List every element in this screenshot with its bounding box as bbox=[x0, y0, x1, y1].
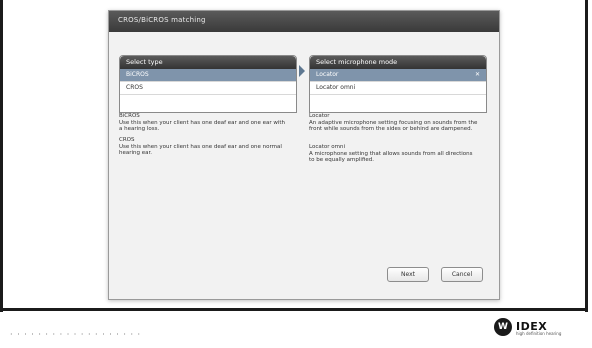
mic-panel: Select microphone mode Locator ✕ Locator… bbox=[309, 55, 487, 113]
frame-bottom bbox=[0, 308, 588, 311]
locator-omni-description: Locator omni A microphone setting that a… bbox=[309, 144, 479, 164]
widex-logo: W IDEX high definition hearing bbox=[494, 315, 564, 338]
dialog-titlebar: CROS/BiCROS matching bbox=[109, 11, 499, 32]
cros-description-text: Use this when your client has one deaf e… bbox=[119, 143, 282, 157]
checkmark-icon: ✕ bbox=[474, 71, 480, 78]
arrow-right-icon bbox=[299, 65, 305, 77]
frame-right bbox=[585, 0, 588, 312]
mic-option-locator-omni[interactable]: Locator omni bbox=[310, 82, 486, 95]
footer-decoration: · · · · · · · · · · · · · · · · · · · bbox=[10, 330, 142, 339]
type-option-cros[interactable]: CROS bbox=[120, 82, 296, 95]
bicros-description: BiCROS Use this when your client has one… bbox=[119, 113, 289, 133]
mic-option-locator[interactable]: Locator ✕ bbox=[310, 69, 486, 82]
type-option-bicros[interactable]: BiCROS bbox=[120, 69, 296, 82]
mic-panel-header: Select microphone mode bbox=[310, 56, 486, 69]
cancel-button[interactable]: Cancel bbox=[441, 267, 483, 282]
type-panel-header: Select type bbox=[120, 56, 296, 69]
logo-tagline: high definition hearing bbox=[516, 331, 562, 336]
dialog-title: CROS/BiCROS matching bbox=[118, 16, 206, 24]
locator-description: Locator An adaptive microphone setting f… bbox=[309, 113, 479, 133]
cros-description: CROS Use this when your client has one d… bbox=[119, 137, 289, 157]
logo-badge: W bbox=[494, 317, 512, 336]
locator-description-text: An adaptive microphone setting focusing … bbox=[309, 119, 478, 133]
frame-left bbox=[0, 0, 3, 312]
locator-omni-description-text: A microphone setting that allows sounds … bbox=[309, 150, 473, 164]
matching-dialog: CROS/BiCROS matching Select type BiCROS … bbox=[108, 10, 500, 300]
bicros-description-text: Use this when your client has one deaf e… bbox=[119, 119, 286, 133]
next-button[interactable]: Next bbox=[387, 267, 429, 282]
type-panel: Select type BiCROS CROS bbox=[119, 55, 297, 113]
